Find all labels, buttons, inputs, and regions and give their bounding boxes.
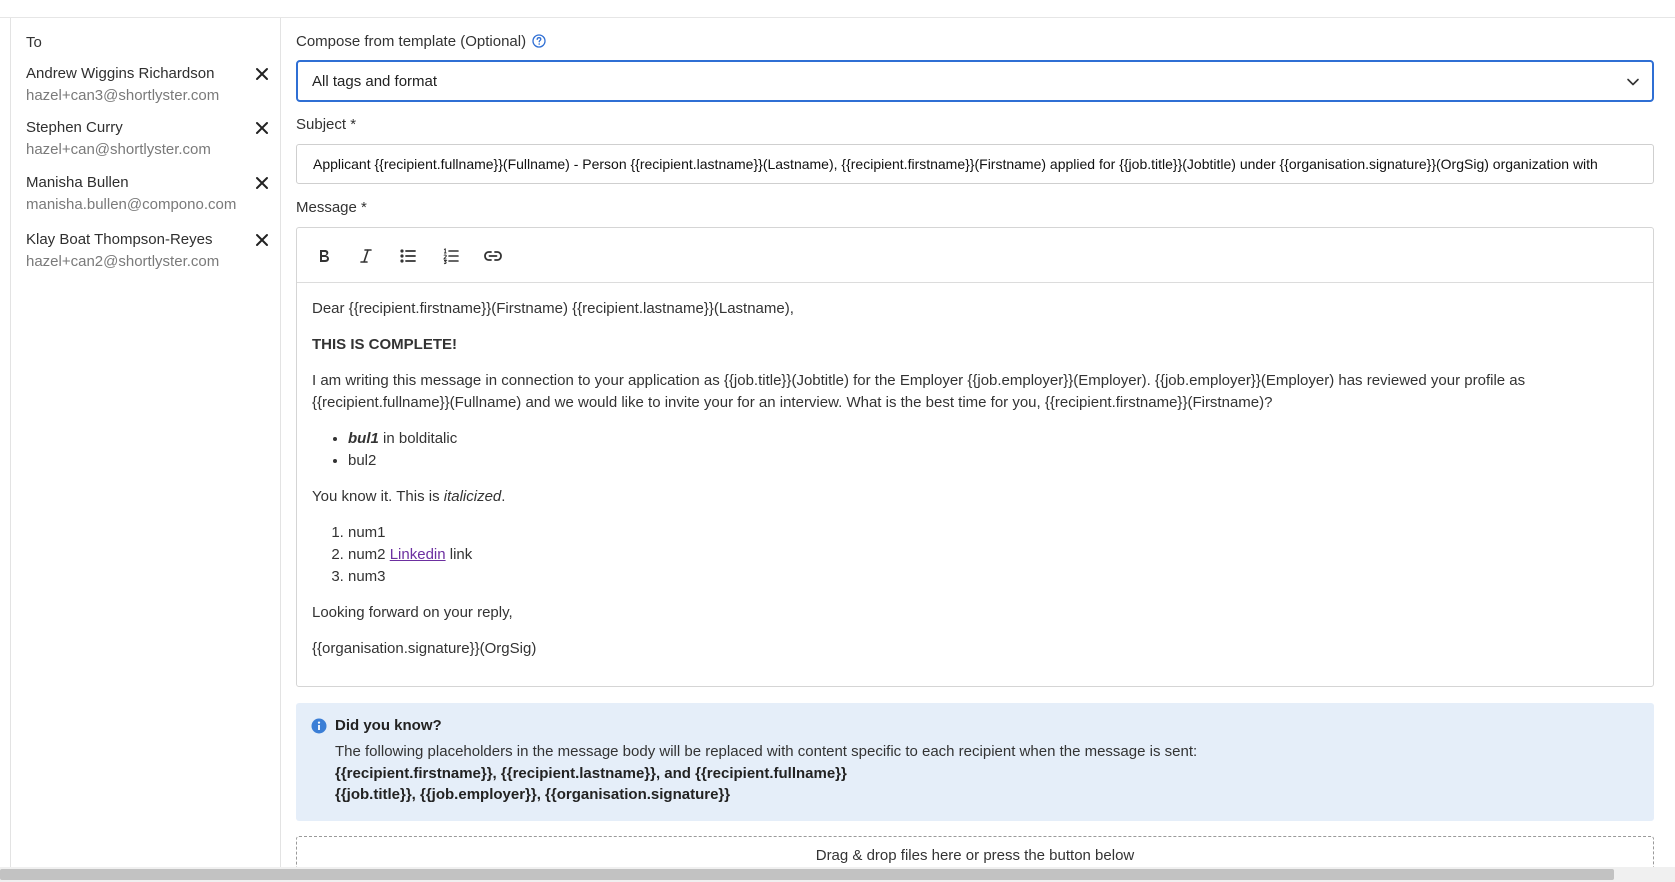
remove-recipient-button[interactable] xyxy=(252,64,272,84)
link-button[interactable] xyxy=(481,244,505,268)
recipient-email: hazel+can2@shortlyster.com xyxy=(26,253,220,270)
subject-label: Subject * xyxy=(296,116,357,133)
closing-text: Looking forward on your reply, xyxy=(312,604,513,621)
template-label-text: Compose from template (Optional) xyxy=(296,33,527,50)
linkedin-link[interactable]: Linkedin xyxy=(390,546,446,563)
help-icon[interactable] xyxy=(532,34,546,52)
to-label: To xyxy=(26,34,42,51)
bullet-list-button[interactable] xyxy=(396,244,420,268)
know-text: You know it. This is italicized. xyxy=(312,486,1632,508)
list-item: num2 Linkedin link xyxy=(348,544,1632,566)
recipient-name: Stephen Curry xyxy=(26,119,123,136)
message-editor[interactable]: Dear {{recipient.firstname}}(Firstname) … xyxy=(296,227,1654,687)
recipient-name: Andrew Wiggins Richardson xyxy=(26,65,215,82)
list-item: num3 xyxy=(348,566,1632,588)
close-icon xyxy=(256,122,268,134)
list-item-text: link xyxy=(445,546,473,563)
close-icon xyxy=(256,68,268,80)
template-selected-value: All tags and format xyxy=(312,73,438,90)
remove-recipient-button[interactable] xyxy=(252,230,272,250)
notice-placeholders-job: {{job.title}}, {{job.employer}}, {{organ… xyxy=(335,786,731,803)
template-select[interactable]: All tags and format xyxy=(296,60,1654,102)
list-item: num1 xyxy=(348,522,1632,544)
list-item: bul1 in bolditalic xyxy=(348,428,1632,450)
recipient-email: manisha.bullen@compono.com xyxy=(26,196,237,213)
notice-title: Did you know? xyxy=(335,717,442,734)
dropzone-text: Drag & drop files here or press the butt… xyxy=(815,847,1135,864)
editor-toolbar xyxy=(297,228,1653,283)
top-bar xyxy=(0,0,1675,18)
know-prefix: You know it. This is xyxy=(312,488,444,505)
message-body[interactable]: Dear {{recipient.firstname}}(Firstname) … xyxy=(312,298,1632,674)
numbered-list-button[interactable] xyxy=(439,244,463,268)
bold-icon xyxy=(320,250,329,262)
info-icon xyxy=(311,718,327,734)
signature-text: {{organisation.signature}}(OrgSig) xyxy=(312,640,537,657)
recipient-email: hazel+can3@shortlyster.com xyxy=(26,87,220,104)
italic-text: italicized xyxy=(443,488,502,505)
bullet-list: bul1 in bolditalic bul2 xyxy=(348,428,1632,472)
headline-text: THIS IS COMPLETE! xyxy=(312,336,458,353)
horizontal-scrollbar[interactable] xyxy=(0,867,1675,882)
remove-recipient-button[interactable] xyxy=(252,118,272,138)
remove-recipient-button[interactable] xyxy=(252,173,272,193)
italic-button[interactable] xyxy=(354,244,378,268)
numbered-list: num1 num2 Linkedin link num3 xyxy=(348,522,1632,588)
subject-value: Applicant {{recipient.fullname}}(Fullnam… xyxy=(313,156,1598,172)
recipient-name: Klay Boat Thompson-Reyes xyxy=(26,231,213,248)
paragraph-text: I am writing this message in connection … xyxy=(312,372,1526,411)
list-item-text: in bolditalic xyxy=(378,430,458,447)
close-icon xyxy=(256,177,268,189)
recipient-email: hazel+can@shortlyster.com xyxy=(26,141,211,158)
chevron-down-icon xyxy=(1627,78,1639,86)
recipient-name: Manisha Bullen xyxy=(26,174,129,191)
italic-icon xyxy=(360,249,372,263)
bold-button[interactable] xyxy=(312,244,336,268)
list-item: bul2 xyxy=(348,450,1632,472)
recipient-item: Andrew Wiggins Richardson hazel+can3@sho… xyxy=(26,64,272,114)
list-item-text: num2 xyxy=(348,546,390,563)
subject-input[interactable]: Applicant {{recipient.fullname}}(Fullnam… xyxy=(296,144,1654,184)
message-label: Message * xyxy=(296,199,367,216)
scrollbar-thumb[interactable] xyxy=(0,869,1614,880)
recipients-panel: To Andrew Wiggins Richardson hazel+can3@… xyxy=(10,18,281,868)
recipient-item: Stephen Curry hazel+can@shortlyster.com xyxy=(26,118,272,168)
notice-placeholders-recipient: {{recipient.firstname}}, {{recipient.las… xyxy=(335,765,847,782)
link-icon xyxy=(484,251,502,261)
bolditalic-text: bul1 xyxy=(348,430,379,447)
template-label: Compose from template (Optional) xyxy=(296,33,546,52)
did-you-know-notice: Did you know? The following placeholders… xyxy=(296,703,1654,821)
notice-text: The following placeholders in the messag… xyxy=(335,743,1198,760)
bullet-list-icon xyxy=(400,249,416,263)
greeting-text: Dear {{recipient.firstname}}(Firstname) … xyxy=(312,300,794,317)
recipient-item: Manisha Bullen manisha.bullen@compono.co… xyxy=(26,173,272,223)
recipient-item: Klay Boat Thompson-Reyes hazel+can2@shor… xyxy=(26,230,272,280)
know-suffix: . xyxy=(501,488,506,505)
close-icon xyxy=(256,234,268,246)
numbered-list-icon xyxy=(443,248,459,265)
